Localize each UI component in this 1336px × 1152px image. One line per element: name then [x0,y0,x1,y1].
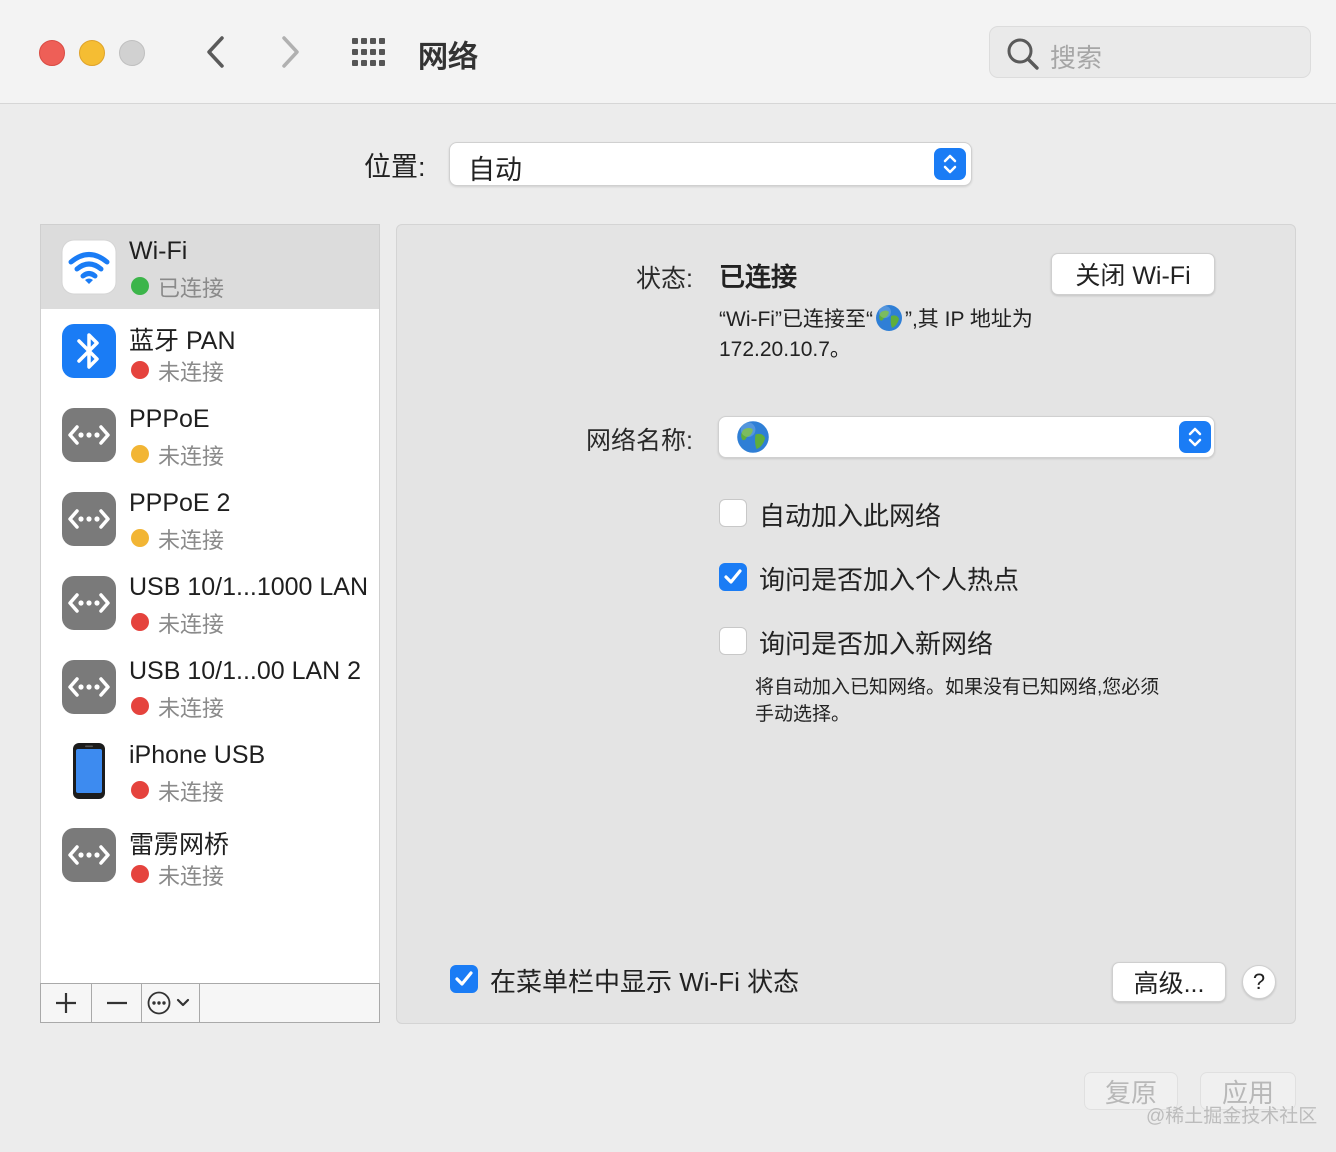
service-item-iphone-usb[interactable]: iPhone USB 未连接 [41,729,379,813]
show-all-grid-button[interactable] [350,36,390,68]
ethernet-icon [62,660,116,714]
checkmark-icon [455,971,473,986]
status-description-text: “Wi-Fi”已连接至“ [719,308,873,331]
status-dot-red [131,781,149,799]
minimize-window-button[interactable] [79,40,105,66]
service-name: PPPoE 2 [129,489,231,517]
window-title: 网络 [418,41,478,74]
service-name: iPhone USB [129,741,266,769]
status-dot-red [131,361,149,379]
ethernet-icon [62,408,116,462]
service-name: Wi-Fi [129,237,188,265]
turn-off-wifi-button[interactable]: 关闭 Wi-Fi [1051,253,1215,295]
location-popup[interactable]: 自动 [449,142,972,186]
ask-new-network-note: 将自动加入已知网络。如果没有已知网络,您必须 [755,677,1160,698]
status-dot-yellow [131,529,149,547]
service-name: USB 10/1...00 LAN 2 [129,657,362,685]
service-item-bluetooth-pan[interactable]: 蓝牙 PAN 未连接 [41,309,379,393]
wifi-icon [61,239,117,295]
title-bar: 网络 搜索 [0,0,1336,104]
ethernet-icon [62,828,116,882]
status-value: 已连接 [719,262,798,292]
ask-new-network-label: 询问是否加入新网络 [759,629,994,659]
ask-new-network-note-2: 手动选择。 [755,704,851,725]
service-status: 未连接 [158,360,225,385]
wifi-detail-pane: 状态: 已连接 关闭 Wi-Fi “Wi-Fi”已连接至“ ”,其 IP 地址为… [396,224,1296,1024]
advanced-button[interactable]: 高级... [1112,962,1226,1002]
service-item-usb-lan-2[interactable]: USB 10/1...00 LAN 2 未连接 [41,645,379,729]
status-dot-red [131,865,149,883]
service-status: 未连接 [158,444,225,469]
search-field[interactable]: 搜索 [989,26,1311,78]
iphone-icon [73,743,105,799]
plus-icon [56,993,76,1013]
service-status: 未连接 [158,864,225,889]
service-name: 蓝牙 PAN [129,327,236,355]
checkmark-icon [724,569,742,584]
status-dot-yellow [131,445,149,463]
network-name-popup[interactable] [718,416,1215,458]
service-list-toolbar [40,983,380,1023]
zoom-window-button[interactable] [119,40,145,66]
status-description: “Wi-Fi”已连接至“ ”,其 IP 地址为 [719,303,1033,333]
service-list[interactable]: Wi-Fi 已连接 蓝牙 PAN 未连接 PPPoE 未连接 PPPoE 2 未… [40,224,380,984]
globe-icon [737,421,769,453]
ask-new-network-checkbox[interactable] [719,627,747,655]
search-icon [1007,38,1039,70]
more-options-icon [147,991,189,1015]
popup-arrows-icon [1179,421,1211,453]
service-name: PPPoE [129,405,210,433]
chevron-right-icon [282,36,299,68]
status-label: 状态: [636,265,693,293]
minus-icon [106,1001,127,1005]
show-wifi-in-menubar-checkbox[interactable] [450,965,478,993]
service-name: 雷雳网桥 [129,831,230,859]
service-status: 未连接 [158,780,225,805]
service-status: 未连接 [158,528,225,553]
back-button[interactable] [196,30,236,74]
search-placeholder: 搜索 [1050,43,1103,73]
ip-address-text: 172.20.10.7。 [719,338,851,361]
show-wifi-in-menubar-label: 在菜单栏中显示 Wi-Fi 状态 [490,967,800,997]
status-dot-green [131,277,149,295]
ethernet-icon [62,576,116,630]
forward-button[interactable] [270,30,310,74]
status-dot-red [131,697,149,715]
status-description-text-2: ”,其 IP 地址为 [904,308,1033,331]
bluetooth-icon [62,324,116,378]
popup-arrows-icon [934,148,966,180]
help-button[interactable]: ? [1242,965,1276,999]
service-item-thunderbolt-bridge[interactable]: 雷雳网桥 未连接 [41,813,379,897]
service-item-usb-lan[interactable]: USB 10/1...1000 LAN 未连接 [41,561,379,645]
globe-icon [875,305,902,331]
ask-hotspot-label: 询问是否加入个人热点 [759,565,1020,595]
add-service-button[interactable] [41,984,92,1022]
service-item-pppoe-2[interactable]: PPPoE 2 未连接 [41,477,379,561]
remove-service-button[interactable] [92,984,142,1022]
chevron-left-icon [207,36,224,68]
auto-join-checkbox[interactable] [719,499,747,527]
status-dot-red [131,613,149,631]
ask-hotspot-checkbox[interactable] [719,563,747,591]
location-label: 位置: [364,152,426,182]
watermark-text: @稀土掘金技术社区 [1146,1106,1318,1127]
service-item-wifi[interactable]: Wi-Fi 已连接 [41,225,379,309]
service-name: USB 10/1...1000 LAN [129,573,369,601]
service-actions-menu-button[interactable] [142,984,200,1022]
ethernet-icon [62,492,116,546]
service-item-pppoe[interactable]: PPPoE 未连接 [41,393,379,477]
network-name-label: 网络名称: [586,427,693,455]
auto-join-label: 自动加入此网络 [759,501,942,531]
location-value: 自动 [468,155,522,185]
service-status: 未连接 [158,612,225,637]
service-status: 未连接 [158,696,225,721]
service-status: 已连接 [158,276,225,301]
close-window-button[interactable] [39,40,65,66]
